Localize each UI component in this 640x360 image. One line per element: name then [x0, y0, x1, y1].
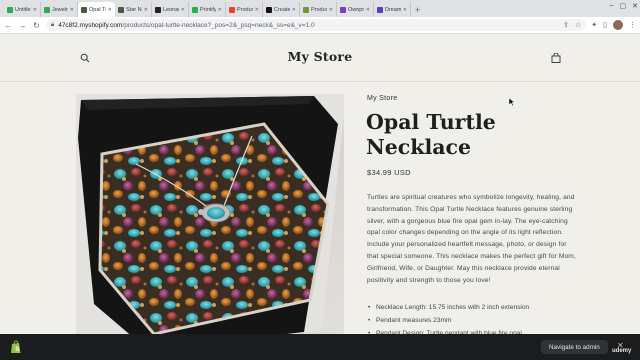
tab-favicon-icon	[118, 6, 124, 13]
tab-favicon-icon	[192, 6, 198, 13]
url-text[interactable]: 47c8f2.myshopify.com/products/opal-turtl…	[58, 22, 559, 29]
tab-close-icon[interactable]: ✕	[218, 7, 222, 13]
tab-label: Products	[311, 6, 327, 13]
tab-close-icon[interactable]: ✕	[144, 7, 148, 13]
tab-favicon-icon	[266, 6, 272, 13]
tab-label: Printify	[200, 6, 216, 13]
store-header: My Store	[0, 35, 640, 82]
tab-close-icon[interactable]: ✕	[292, 7, 296, 13]
address-bar[interactable]: 🔒︎ 47c8f2.myshopify.com/products/opal-tu…	[46, 19, 587, 31]
minimize-icon[interactable]: –	[610, 2, 614, 10]
tab-favicon-icon	[44, 6, 50, 13]
navigate-to-admin-button[interactable]: Navigate to admin	[541, 340, 608, 354]
tab-favicon-icon	[377, 6, 383, 13]
lock-icon[interactable]: 🔒︎	[51, 22, 54, 29]
tab-favicon-icon	[81, 6, 87, 13]
list-item: Necklace Length: 15.75 inches with 2 inc…	[367, 301, 587, 314]
product-price: $34.99 USD	[367, 168, 411, 177]
shopify-admin-bar: S Navigate to admin ✕	[0, 334, 640, 360]
browser-tab[interactable]: Create ✕	[263, 2, 300, 17]
extensions-icon[interactable]: ✦	[591, 21, 597, 29]
new-tab-button[interactable]: +	[411, 2, 424, 17]
browser-toolbar: ← → ↻ 🔒︎ 47c8f2.myshopify.com/products/o…	[0, 17, 640, 34]
udemy-watermark: udemy	[612, 348, 632, 354]
store-title[interactable]: My Store	[0, 49, 640, 64]
tab-label: Leonardo	[163, 6, 179, 13]
menu-dots-icon[interactable]: ⋮	[629, 21, 636, 29]
url-path: /products/opal-turtle-necklace?_pos=2&_p…	[122, 21, 315, 29]
tab-close-icon[interactable]: ✕	[329, 7, 333, 13]
browser-tab[interactable]: Jewelry✕	[41, 2, 78, 17]
browser-tab[interactable]: Printify ✕	[189, 2, 226, 17]
tab-close-icon[interactable]: ✕	[70, 7, 74, 13]
browser-tab[interactable]: Untitled✕	[4, 2, 41, 17]
tab-close-icon[interactable]: ✕	[403, 7, 407, 13]
reload-icon[interactable]: ↻	[32, 21, 41, 30]
share-icon[interactable]: ⇪	[563, 21, 569, 29]
tab-label: Jewelry	[52, 6, 68, 13]
browser-tab[interactable]: Star Necklace✕	[115, 2, 152, 17]
window-controls: – ▢ ✕	[610, 2, 638, 10]
tab-favicon-icon	[229, 6, 235, 13]
browser-tab[interactable]: Leonardo✕	[152, 2, 189, 17]
sidebar-icon[interactable]: ▯	[603, 21, 607, 29]
tab-label: Untitled	[15, 6, 31, 13]
browser-tab[interactable]: Opal Turtle✕	[78, 2, 115, 17]
product-title: Opal Turtle Necklace	[366, 110, 496, 159]
back-icon[interactable]: ←	[4, 21, 13, 30]
browser-tab[interactable]: Dreamshop✕	[374, 2, 411, 17]
tab-label: Products	[237, 6, 253, 13]
url-domain: 47c8f2.myshopify.com	[58, 21, 123, 29]
list-item: Pendant measures 23mm	[367, 314, 587, 327]
cart-icon[interactable]	[551, 53, 561, 63]
tab-close-icon[interactable]: ✕	[181, 7, 185, 13]
browser-tab-strip: Untitled✕Jewelry✕Opal Turtle✕Star Neckla…	[0, 0, 640, 17]
tab-label: Ownprint	[348, 6, 364, 13]
mouse-cursor-icon	[509, 98, 515, 106]
tab-close-icon[interactable]: ✕	[255, 7, 259, 13]
tab-label: Star Necklace	[126, 6, 142, 13]
tab-favicon-icon	[303, 6, 309, 13]
tab-label: Create	[274, 6, 290, 13]
browser-tab[interactable]: Products✕	[226, 2, 263, 17]
svg-text:S: S	[15, 347, 19, 353]
maximize-icon[interactable]: ▢	[620, 2, 627, 10]
product-description: Turtles are spiritual creatures who symb…	[367, 194, 576, 284]
tab-close-icon[interactable]: ✕	[366, 7, 370, 13]
browser-tab[interactable]: Products✕	[300, 2, 337, 17]
profile-avatar[interactable]	[613, 20, 623, 30]
tab-favicon-icon	[155, 6, 161, 13]
tab-close-icon[interactable]: ✕	[108, 7, 112, 13]
bookmark-star-icon[interactable]: ☆	[575, 21, 581, 29]
tab-close-icon[interactable]: ✕	[33, 7, 37, 13]
product-image[interactable]	[76, 94, 344, 360]
product-vendor: My Store	[367, 95, 398, 102]
tab-label: Opal Turtle	[89, 6, 106, 13]
tab-label: Dreamshop	[385, 6, 401, 13]
browser-tab[interactable]: Ownprint✕	[337, 2, 374, 17]
tab-favicon-icon	[340, 6, 346, 13]
forward-icon[interactable]: →	[18, 21, 27, 30]
close-window-icon[interactable]: ✕	[632, 2, 638, 10]
necklace-box-illustration	[76, 94, 344, 360]
shopify-logo-icon[interactable]: S	[10, 340, 22, 354]
tab-favicon-icon	[7, 6, 13, 13]
